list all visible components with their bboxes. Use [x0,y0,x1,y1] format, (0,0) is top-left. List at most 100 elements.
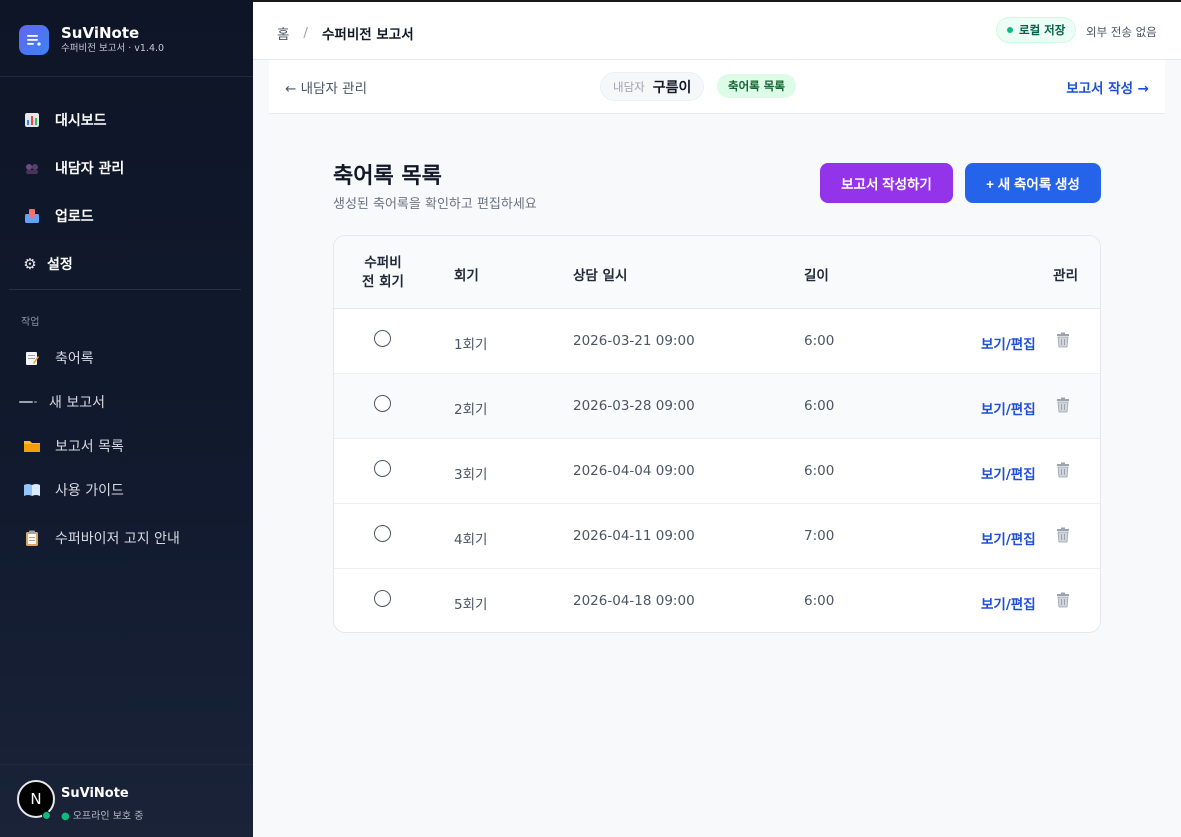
date-cell: 2026-04-04 09:00 [573,463,695,479]
view-edit-link[interactable]: 보기/편집 [981,593,1036,613]
local-storage-badge: 로컬 저장 [996,17,1077,43]
no-external-transfer-label: 외부 전송 없음 [1086,25,1157,39]
client-name: 구름이 [652,79,692,96]
section-label: 작업 [21,317,40,328]
sidebar-item-clients[interactable]: 내담자 관리 [22,156,124,180]
date-cell: 2026-03-21 09:00 [573,333,695,349]
round-cell: 4회기 [454,532,488,548]
round-cell: 3회기 [454,467,488,483]
transcript-list-badge: 축어록 목록 [717,74,796,98]
table-row: 5회기 2026-04-18 09:00 6:00 보기/편집 [334,569,1100,632]
sidebar-item-label: 내담자 관리 [55,161,125,177]
sidebar-item-label: 업로드 [55,209,94,225]
length-cell: 6:00 [804,398,835,414]
sidebar-item-settings[interactable]: ⚙ 설정 [20,252,73,276]
status-dot-icon [1007,27,1013,33]
supervision-radio[interactable] [374,395,391,412]
sidebar-item-dashboard[interactable]: 대시보드 [22,108,107,132]
supervision-radio[interactable] [374,460,391,477]
sidebar-item-new-report[interactable]: 새 보고서 [18,390,105,414]
status-dot-icon: ● [61,811,70,822]
sidebar-item-label: 보고서 목록 [55,439,124,455]
sidebar-item-label: 축어록 [55,351,94,367]
sidebar-item-report-list[interactable]: 보고서 목록 [22,434,124,458]
user-status-text: 오프라인 보호 중 [72,811,144,822]
date-cell: 2026-03-28 09:00 [573,398,695,414]
trash-icon[interactable] [1055,592,1071,608]
sidebar-item-upload[interactable]: 업로드 [22,204,94,228]
page-title: 축어록 목록 [333,164,442,189]
length-cell: 6:00 [804,463,835,479]
people-icon [22,158,42,178]
sidebar-item-label: 대시보드 [55,113,107,129]
folder-icon [22,436,42,456]
round-cell: 5회기 [454,597,488,613]
sidebar-item-guide[interactable]: 사용 가이드 [22,478,124,502]
sidebar-item-transcripts[interactable]: 축어록 [22,346,94,370]
page-description: 생성된 축어록을 확인하고 편집하세요 [333,197,537,212]
gear-icon: ⚙ [23,255,37,273]
notes-logo-icon [19,24,49,55]
local-storage-label: 로컬 저장 [1019,23,1066,37]
write-report-button[interactable]: 보고서 작성하기 [820,163,953,203]
column-header-date: 상담 일시 [573,268,628,284]
length-cell: 6:00 [804,333,835,349]
top-header: 홈 / 수퍼비전 보고서 로컬 저장 외부 전송 없음 [253,0,1181,60]
column-header-supervision-line1: 수퍼비 [364,255,402,271]
column-header-supervision-line2: 전 회기 [362,274,404,290]
sidebar-item-label: 설정 [47,257,73,273]
user-status: ● 오프라인 보호 중 [61,807,144,822]
brand-subtitle: 수퍼비전 보고서 · v1.4.0 [61,43,165,54]
breadcrumb-home[interactable]: 홈 [277,23,289,43]
user-name: SuViNote [61,786,129,801]
brand[interactable]: SuViNote 수퍼비전 보고서 · v1.4.0 [19,24,164,55]
sidebar-item-label: 수퍼바이저 고지 안내 [55,531,180,547]
chart-icon [22,110,42,130]
view-edit-link[interactable]: 보기/편집 [981,463,1036,483]
column-header-length: 길이 [804,268,829,284]
sidebar-divider [9,289,241,290]
supervision-radio[interactable] [374,330,391,347]
length-cell: 6:00 [804,593,835,609]
date-cell: 2026-04-18 09:00 [573,593,695,609]
clipboard-icon [22,528,42,548]
trash-icon[interactable] [1055,397,1071,413]
supervision-radio[interactable] [374,525,391,542]
breadcrumb-current: 수퍼비전 보고서 [321,27,414,43]
table-header: 수퍼비 전 회기 회기 상담 일시 길이 관리 [334,236,1100,309]
user-profile[interactable]: N SuViNote ● 오프라인 보호 중 [0,764,253,837]
sidebar: SuViNote 수퍼비전 보고서 · v1.4.0 대시보드 내담자 관리 업… [0,0,253,837]
column-header-supervision: 수퍼비 전 회기 [353,254,413,292]
client-subbar: ← 내담자 관리 내담자 구름이 축어록 목록 보고서 작성 → [269,60,1165,114]
trash-icon[interactable] [1055,462,1071,478]
breadcrumb-separator: / [303,25,308,41]
sidebar-item-supervisor-notice[interactable]: 수퍼바이저 고지 안내 [22,526,180,550]
write-report-link[interactable]: 보고서 작성 → [1066,77,1149,97]
back-to-clients-link[interactable]: ← 내담자 관리 [285,77,367,97]
sidebar-divider [0,76,253,77]
trash-icon[interactable] [1055,332,1071,348]
new-transcript-button[interactable]: + 새 축어록 생성 [965,163,1101,203]
book-icon [22,480,42,500]
client-pill: 내담자 구름이 [600,72,705,101]
view-edit-link[interactable]: 보기/편집 [981,528,1036,548]
view-edit-link[interactable]: 보기/편집 [981,398,1036,418]
round-cell: 1회기 [454,337,488,353]
online-dot [42,811,51,820]
length-cell: 7:00 [804,528,835,544]
transcript-table: 수퍼비 전 회기 회기 상담 일시 길이 관리 1회기 2026-03-21 0… [333,235,1101,633]
breadcrumb: 홈 / 수퍼비전 보고서 [277,23,414,43]
inbox-icon [22,206,42,226]
column-header-round: 회기 [454,268,479,284]
supervision-radio[interactable] [374,590,391,607]
sidebar-item-label: 새 보고서 [49,395,105,411]
table-row: 3회기 2026-04-04 09:00 6:00 보기/편집 [334,439,1100,504]
dash-icon [18,392,38,412]
trash-icon[interactable] [1055,527,1071,543]
memo-icon [22,348,42,368]
column-header-manage: 관리 [1053,268,1078,284]
view-edit-link[interactable]: 보기/편집 [981,333,1036,353]
brand-name: SuViNote [61,24,140,42]
table-row: 2회기 2026-03-28 09:00 6:00 보기/편집 [334,374,1100,439]
table-row: 4회기 2026-04-11 09:00 7:00 보기/편집 [334,504,1100,569]
